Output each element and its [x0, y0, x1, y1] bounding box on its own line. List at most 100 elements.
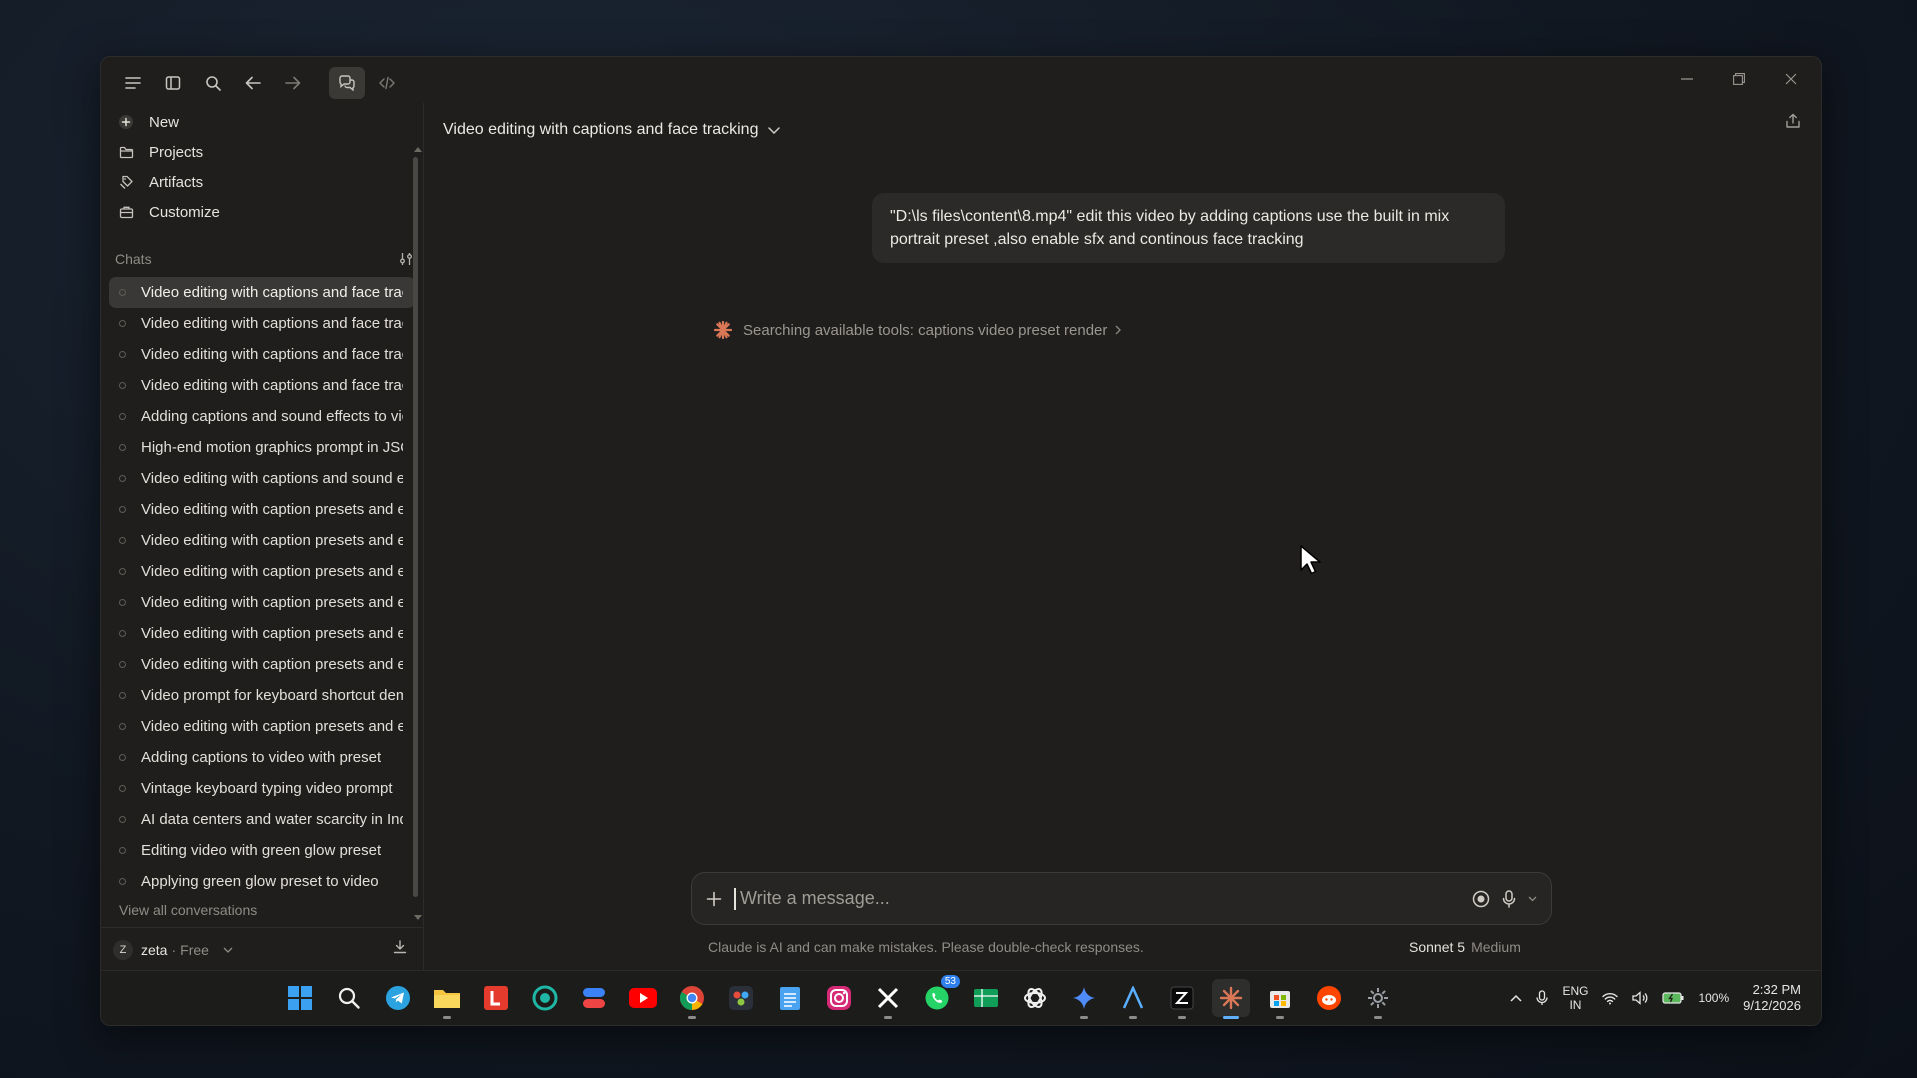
- taskbar-store[interactable]: [1261, 979, 1299, 1019]
- microphone-icon[interactable]: [1536, 990, 1549, 1006]
- taskbar-instagram[interactable]: [820, 979, 858, 1017]
- sidebar-item-projects[interactable]: Projects: [101, 137, 423, 167]
- chat-item[interactable]: Video editing with caption presets and e…: [109, 494, 415, 525]
- taskbar-settings[interactable]: [1359, 979, 1397, 1019]
- chevron-down-icon: [223, 947, 233, 953]
- chat-title: Video editing with captions and face tra…: [141, 377, 403, 394]
- minimize-button[interactable]: [1661, 63, 1713, 95]
- chat-item[interactable]: High-end motion graphics prompt in JSON: [109, 432, 415, 463]
- running-indicator: [688, 1016, 696, 1019]
- gradient-app-icon: [581, 985, 607, 1011]
- chat-item[interactable]: Video editing with caption presets and e…: [109, 525, 415, 556]
- microphone-icon[interactable]: [1502, 889, 1516, 908]
- model-selector[interactable]: Sonnet 5 Medium: [1409, 939, 1521, 955]
- running-indicator: [1178, 1016, 1186, 1019]
- user-menu[interactable]: Z zeta · Free: [101, 927, 423, 971]
- filter-sliders-icon[interactable]: [399, 252, 413, 266]
- scroll-down-arrow[interactable]: [414, 915, 422, 920]
- add-attachment-button[interactable]: [706, 891, 722, 907]
- chat-item[interactable]: Video editing with caption presets and e…: [109, 711, 415, 742]
- chat-title: Adding captions and sound effects to vid…: [141, 408, 403, 425]
- taskbar-notepad[interactable]: [771, 979, 809, 1017]
- taskbar-x[interactable]: [869, 979, 907, 1019]
- folder-icon: [117, 145, 135, 159]
- text-caret: [734, 887, 736, 910]
- chat-title: Video editing with caption presets and e…: [141, 594, 403, 611]
- chevron-up-icon[interactable]: [1510, 994, 1522, 1002]
- taskbar-terminal[interactable]: [1163, 979, 1201, 1019]
- chat-item[interactable]: Adding captions to video with preset: [109, 742, 415, 773]
- taskbar-chatgpt[interactable]: [1016, 979, 1054, 1017]
- avatar: Z: [113, 939, 133, 960]
- chat-item[interactable]: Editing video with green glow preset: [109, 835, 415, 866]
- toggle-sidebar-button[interactable]: [155, 67, 191, 99]
- code-mode-button[interactable]: [369, 67, 405, 99]
- chat-item[interactable]: Video editing with caption presets and e…: [109, 587, 415, 618]
- taskbar-file-explorer[interactable]: [428, 979, 466, 1019]
- download-icon[interactable]: [393, 940, 407, 954]
- sidebar-item-artifacts[interactable]: Artifacts: [101, 167, 423, 197]
- menu-button[interactable]: [115, 67, 151, 99]
- taskbar-circle-app[interactable]: [526, 979, 564, 1017]
- taskbar-chrome[interactable]: [673, 979, 711, 1019]
- chat-item[interactable]: Video editing with captions and sound ef…: [109, 463, 415, 494]
- conversation-title-dropdown[interactable]: Video editing with captions and face tra…: [443, 115, 781, 145]
- search-icon: [337, 986, 361, 1010]
- share-button[interactable]: [1785, 113, 1801, 134]
- store-icon: [1268, 986, 1292, 1010]
- taskbar-davinci[interactable]: [722, 979, 760, 1017]
- sidebar-scrollbar[interactable]: [413, 157, 419, 897]
- chats-header: Chats: [101, 245, 423, 273]
- taskbar-whatsapp[interactable]: 53: [918, 975, 960, 1017]
- taskbar-l-app[interactable]: [477, 979, 515, 1017]
- chat-item[interactable]: Video editing with captions and face tra…: [109, 308, 415, 339]
- taskbar-a-app[interactable]: [1114, 979, 1152, 1019]
- chat-item[interactable]: Video editing with captions and face tra…: [109, 339, 415, 370]
- artifacts-icon: [117, 175, 135, 190]
- taskbar-youtube[interactable]: [624, 979, 662, 1017]
- forward-button[interactable]: [275, 67, 311, 99]
- taskbar-gemini[interactable]: [1065, 979, 1103, 1019]
- search-button[interactable]: [195, 67, 231, 99]
- chat-item[interactable]: Video editing with caption presets and e…: [109, 556, 415, 587]
- view-all-conversations-link[interactable]: View all conversations: [101, 899, 423, 921]
- sidebar-item-customize[interactable]: Customize: [101, 197, 423, 227]
- chat-item[interactable]: Video editing with captions and face tra…: [109, 370, 415, 401]
- volume-icon[interactable]: [1632, 991, 1648, 1005]
- taskbar-gradient-app[interactable]: [575, 979, 613, 1017]
- battery-charging-icon[interactable]: [1662, 992, 1684, 1004]
- terminal-icon: [1170, 986, 1194, 1010]
- back-button[interactable]: [235, 67, 271, 99]
- chat-item[interactable]: Video prompt for keyboard shortcut demo: [109, 680, 415, 711]
- scroll-up-arrow[interactable]: [414, 147, 422, 152]
- taskbar-telegram[interactable]: [379, 979, 417, 1017]
- start-button[interactable]: [281, 979, 319, 1017]
- chevron-down-icon[interactable]: [1528, 896, 1537, 902]
- chat-mode-button[interactable]: [329, 67, 365, 99]
- running-indicator: [1223, 1016, 1239, 1019]
- chat-item[interactable]: AI data centers and water scarcity in In…: [109, 804, 415, 835]
- restore-button[interactable]: [1713, 63, 1765, 95]
- chat-item[interactable]: Vintage keyboard typing video prompt: [109, 773, 415, 804]
- chat-item[interactable]: Video editing with caption presets and e…: [109, 618, 415, 649]
- chat-item[interactable]: Video editing with captions and face tra…: [109, 277, 415, 308]
- chat-item[interactable]: Adding captions and sound effects to vid…: [109, 401, 415, 432]
- taskbar-search[interactable]: [330, 979, 368, 1017]
- new-chat-button[interactable]: New: [101, 107, 423, 137]
- chat-title: High-end motion graphics prompt in JSON: [141, 439, 403, 456]
- search-icon: [205, 75, 221, 91]
- taskbar-sheets[interactable]: [967, 979, 1005, 1017]
- wifi-icon[interactable]: [1602, 992, 1619, 1005]
- chat-item[interactable]: Applying green glow preset to video: [109, 866, 415, 897]
- chat-item[interactable]: Video editing with caption presets and e…: [109, 649, 415, 680]
- taskbar-claude[interactable]: [1212, 979, 1250, 1019]
- close-button[interactable]: [1765, 63, 1817, 95]
- message-input[interactable]: [738, 887, 1472, 910]
- clock[interactable]: 2:32 PM 9/12/2026: [1743, 982, 1801, 1014]
- claude-spark-icon: [1219, 986, 1243, 1010]
- record-icon[interactable]: [1472, 890, 1490, 908]
- taskbar-reddit[interactable]: [1310, 979, 1348, 1017]
- language-indicator[interactable]: ENG IN: [1562, 984, 1588, 1012]
- scrollbar-thumb[interactable]: [413, 157, 418, 897]
- tool-search-status[interactable]: Searching available tools: captions vide…: [713, 320, 1122, 340]
